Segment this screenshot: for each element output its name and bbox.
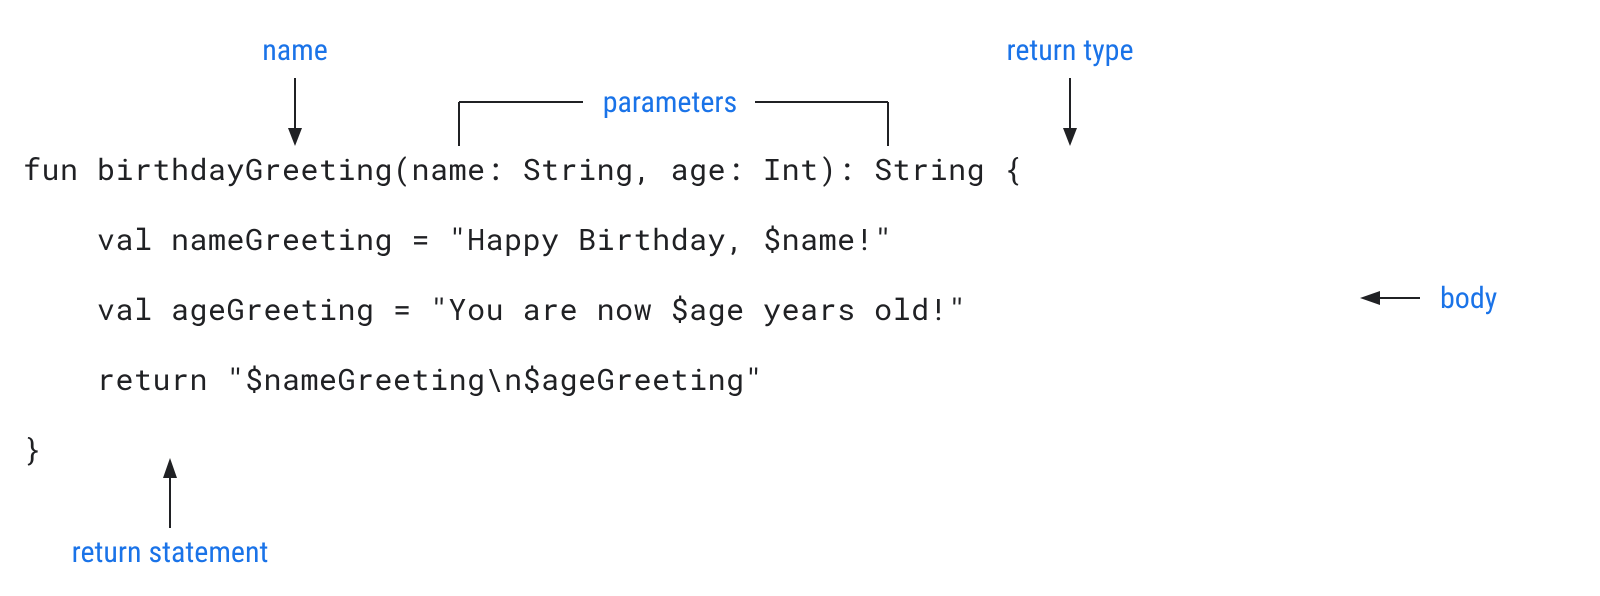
label-parameters: parameters — [603, 85, 738, 120]
code-line-5: } — [23, 430, 42, 469]
arrow-name — [288, 78, 302, 146]
label-return-statement: return statement — [72, 535, 269, 570]
label-name: name — [262, 33, 328, 68]
code-line-4: return "$nameGreeting\n$ageGreeting" — [23, 360, 763, 399]
code-line-1: fun birthdayGreeting(name: String, age: … — [23, 150, 1022, 189]
code-line-2: val nameGreeting = "Happy Birthday, $nam… — [23, 220, 893, 259]
label-body: body — [1440, 281, 1497, 316]
arrow-return-statement — [163, 458, 177, 528]
function-anatomy-diagram: name parameters return type body return … — [0, 0, 1600, 596]
label-return-type: return type — [1006, 33, 1133, 68]
code-line-3: val ageGreeting = "You are now $age year… — [23, 290, 967, 329]
arrow-return-type — [1063, 78, 1077, 146]
arrow-body — [1360, 291, 1420, 305]
